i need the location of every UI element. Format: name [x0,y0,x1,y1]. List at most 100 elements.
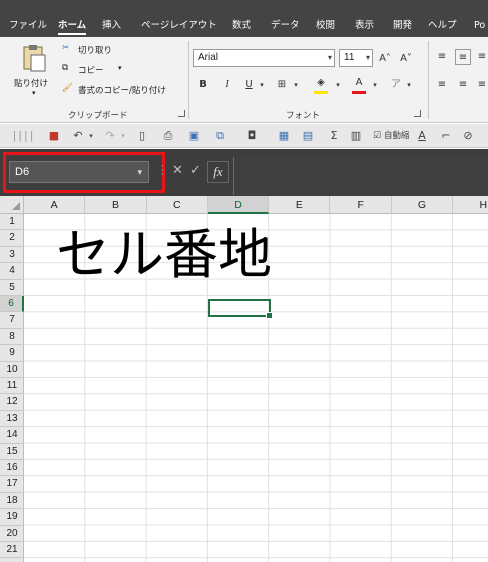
row-header-21[interactable]: 21 [0,542,24,559]
spelling-icon[interactable]: ⧉ [212,128,228,144]
copy-dropdown-icon[interactable]: ▾ [118,64,122,72]
insert-function-button[interactable]: fx [207,161,229,183]
save-icon[interactable]: ■ [46,128,62,144]
print-preview-icon[interactable]: ▣ [186,128,202,144]
enter-icon[interactable]: ✓ [190,162,201,180]
phonetic-dropdown-icon[interactable]: ▾ [404,77,414,93]
paint-bucket-icon: ◈ [317,77,325,88]
row-header-14[interactable]: 14 [0,427,24,444]
tab-review[interactable]: 校閲 [316,17,335,35]
tab-developer[interactable]: 開発 [393,17,412,35]
undo-icon[interactable]: ↶ [70,128,86,144]
tab-data[interactable]: データ [271,17,300,35]
wrap-text-label[interactable]: 自動縮 [384,128,410,144]
row-header-15[interactable]: 15 [0,444,24,460]
underline-dropdown-icon[interactable]: ▾ [257,77,267,93]
autosum-icon[interactable]: Σ [326,128,342,144]
font-name-select[interactable]: Arial ▾ [193,49,335,67]
italic-button[interactable]: I [220,77,234,93]
border-icon[interactable]: ⊞ [274,77,290,93]
clipboard-group-label: クリップボード [68,111,128,121]
tab-power[interactable]: Po [474,17,485,35]
tab-home[interactable]: ホーム [58,17,87,35]
font-color-glyph: A [355,77,363,88]
font-launcher-icon[interactable] [414,110,421,117]
phonetic-icon[interactable]: ア [389,77,403,93]
grip-icon: |||| [12,129,36,142]
fill-dropdown-icon[interactable]: ▾ [333,77,343,93]
row-header-4[interactable]: 4 [0,263,24,280]
paste-dropdown-icon[interactable]: ▾ [32,89,36,97]
row-header-10[interactable]: 10 [0,362,24,378]
row-header-7[interactable]: 7 [0,312,24,329]
column-header-c[interactable]: C [147,196,208,214]
paste-button[interactable]: 貼り付け ▾ [14,43,52,99]
tab-help[interactable]: ヘルプ [428,17,457,35]
row-header-18[interactable]: 18 [0,493,24,510]
row-header-11[interactable]: 11 [0,378,24,395]
print-icon[interactable]: ⎙ [160,128,176,144]
select-all-button[interactable] [0,196,24,214]
chevron-down-icon: ▾ [327,53,332,62]
formula-input[interactable] [233,157,488,195]
row-header-16[interactable]: 16 [0,460,24,477]
redo-dropdown-icon[interactable]: ▾ [118,128,128,144]
grow-font-button[interactable]: A˄ [377,51,393,67]
scissors-icon: ✂ [62,43,70,53]
column-header-b[interactable]: B [85,196,147,214]
redo-icon[interactable]: ↷ [102,128,118,144]
row-header-2[interactable]: 2 [0,230,24,247]
font-size-select[interactable]: 11 ▾ [339,49,373,67]
tab-insert[interactable]: 挿入 [102,17,121,35]
cancel-icon[interactable]: ✕ [172,162,183,180]
row-header-19[interactable]: 19 [0,509,24,526]
align-bottom-icon[interactable]: ≡ [476,49,488,65]
row-header-3[interactable]: 3 [0,247,24,264]
row-header-6[interactable]: 6 [0,296,24,313]
align-left-icon[interactable]: ≡ [434,77,450,93]
clear-format-icon[interactable]: ⊘ [460,128,476,144]
paste-label: 貼り付け [14,79,49,89]
clipboard-launcher-icon[interactable] [178,110,185,117]
align-right-icon[interactable]: ≡ [476,77,488,93]
row-header-12[interactable]: 12 [0,394,24,411]
font-color-quick-icon[interactable]: A [414,128,430,144]
column-header-h[interactable]: H [453,196,488,214]
row-header-13[interactable]: 13 [0,411,24,428]
bold-button[interactable]: B [196,77,210,93]
tab-formulas[interactable]: 数式 [232,17,251,35]
underline-button[interactable]: U [242,77,256,93]
font-color-dropdown-icon[interactable]: ▾ [370,77,380,93]
fill-color-button[interactable]: ◈ [313,77,331,95]
column-header-d[interactable]: D [207,196,270,214]
tab-file[interactable]: ファイル [9,17,47,35]
shrink-font-button[interactable]: A˅ [398,51,414,67]
row-header-1[interactable]: 1 [0,214,24,231]
column-header-f[interactable]: F [331,196,392,214]
align-center-icon[interactable]: ≡ [455,77,471,93]
camera-icon[interactable]: ◘ [244,128,260,144]
border-dropdown-icon[interactable]: ▾ [291,77,301,93]
align-middle-icon[interactable]: ≡ [455,49,471,65]
tab-page-layout[interactable]: ページレイアウト [141,17,217,35]
column-header-g[interactable]: G [392,196,454,214]
column-header-e[interactable]: E [269,196,331,214]
column-header-a[interactable]: A [24,196,86,214]
calculator-icon[interactable]: ▥ [348,128,364,144]
wrap-checkbox-icon[interactable]: ☑ [372,128,382,144]
undo-dropdown-icon[interactable]: ▾ [86,128,96,144]
copy-label: コピー [78,66,104,76]
freeze-panes-icon[interactable]: ▦ [276,128,292,144]
tab-view[interactable]: 表示 [355,17,374,35]
new-file-icon[interactable]: ▯ [134,128,150,144]
row-header-9[interactable]: 9 [0,345,24,362]
row-header-20[interactable]: 20 [0,526,24,542]
row-header-17[interactable]: 17 [0,476,24,493]
row-header-5[interactable]: 5 [0,280,24,296]
active-cell-d6[interactable] [208,299,273,319]
row-header-8[interactable]: 8 [0,329,24,346]
font-color-button[interactable]: A [351,77,369,95]
format-brush-icon[interactable]: ⌐ [438,128,454,144]
insert-table-icon[interactable]: ▤ [300,128,316,144]
align-top-icon[interactable]: ≡ [434,49,450,65]
